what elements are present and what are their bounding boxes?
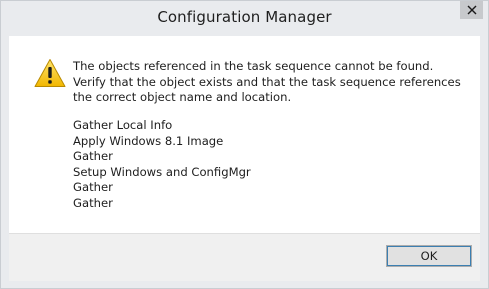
list-item: Setup Windows and ConfigMgr [73,164,251,179]
close-icon [467,5,476,15]
step-list: Gather Local Info Apply Windows 8.1 Imag… [73,118,251,211]
error-message: The objects referenced in the task seque… [73,59,465,106]
list-item: Gather [73,149,113,163]
dialog-content: The objects referenced in the task seque… [9,36,480,233]
list-item: Apply Windows 8.1 Image [73,133,224,148]
list-item: Gather [73,195,113,210]
ok-button[interactable]: OK [386,245,472,267]
title-bar[interactable]: Configuration Manager [1,1,488,35]
error-message-text: The objects referenced in the task seque… [73,59,461,104]
list-item: Gather Local Info [73,118,173,132]
warning-icon [34,59,66,87]
list-item: Gather [73,180,113,194]
dialog-window: Configuration Manager The objects refere… [0,0,489,289]
window-title: Configuration Manager [157,8,332,26]
button-bar: OK [9,233,480,281]
close-button[interactable] [460,1,483,19]
